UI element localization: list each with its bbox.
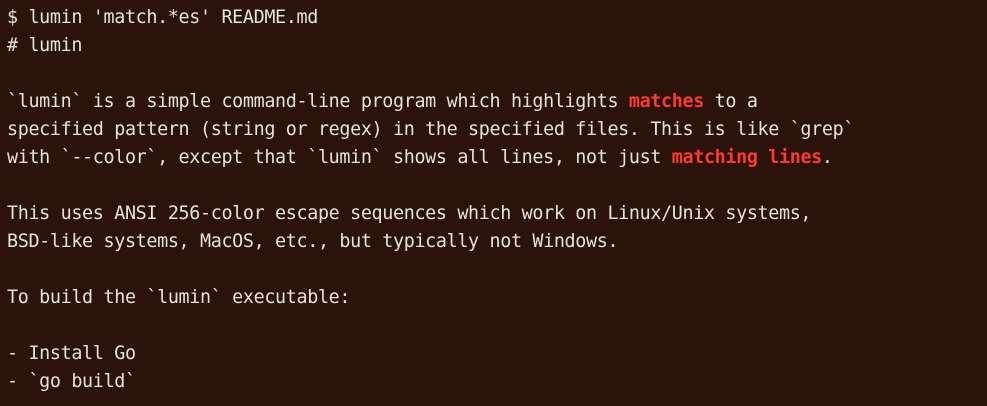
terminal-text: . bbox=[821, 147, 833, 168]
terminal-text: $ lumin 'match.*es' README.md bbox=[7, 7, 318, 28]
terminal-text: # lumin bbox=[7, 35, 83, 56]
terminal-text: To build the `lumin` executable: bbox=[7, 287, 351, 308]
terminal-line: BSD-like systems, MacOS, etc., but typic… bbox=[7, 228, 979, 256]
terminal-text: with `--color`, except that `lumin` show… bbox=[7, 147, 672, 168]
terminal-line: This uses ANSI 256-color escape sequence… bbox=[7, 200, 979, 228]
highlighted-match: matches bbox=[628, 91, 704, 112]
terminal-text: BSD-like systems, MacOS, etc., but typic… bbox=[7, 231, 619, 252]
terminal-text: This uses ANSI 256-color escape sequence… bbox=[7, 203, 812, 224]
terminal-line: # lumin bbox=[7, 32, 979, 60]
terminal-text: to a bbox=[703, 91, 758, 112]
terminal-line: with `--color`, except that `lumin` show… bbox=[7, 144, 979, 172]
terminal-text: specified pattern (string or regex) in t… bbox=[7, 119, 855, 140]
terminal-text: - Install Go bbox=[7, 343, 136, 364]
highlighted-match: matching lines bbox=[671, 147, 822, 168]
terminal-line: specified pattern (string or regex) in t… bbox=[7, 116, 979, 144]
terminal-line: $ lumin 'match.*es' README.md bbox=[7, 4, 979, 32]
terminal-text: - `go build` bbox=[7, 371, 136, 392]
terminal-line: - `go build` bbox=[7, 368, 979, 396]
terminal-window[interactable]: $ lumin 'match.*es' README.md # lumin `lum… bbox=[0, 0, 987, 406]
terminal-line: `lumin` is a simple command-line program… bbox=[7, 88, 979, 116]
terminal-line: To build the `lumin` executable: bbox=[7, 284, 979, 312]
terminal-text: `lumin` is a simple command-line program… bbox=[7, 91, 629, 112]
terminal-line: - Install Go bbox=[7, 340, 979, 368]
